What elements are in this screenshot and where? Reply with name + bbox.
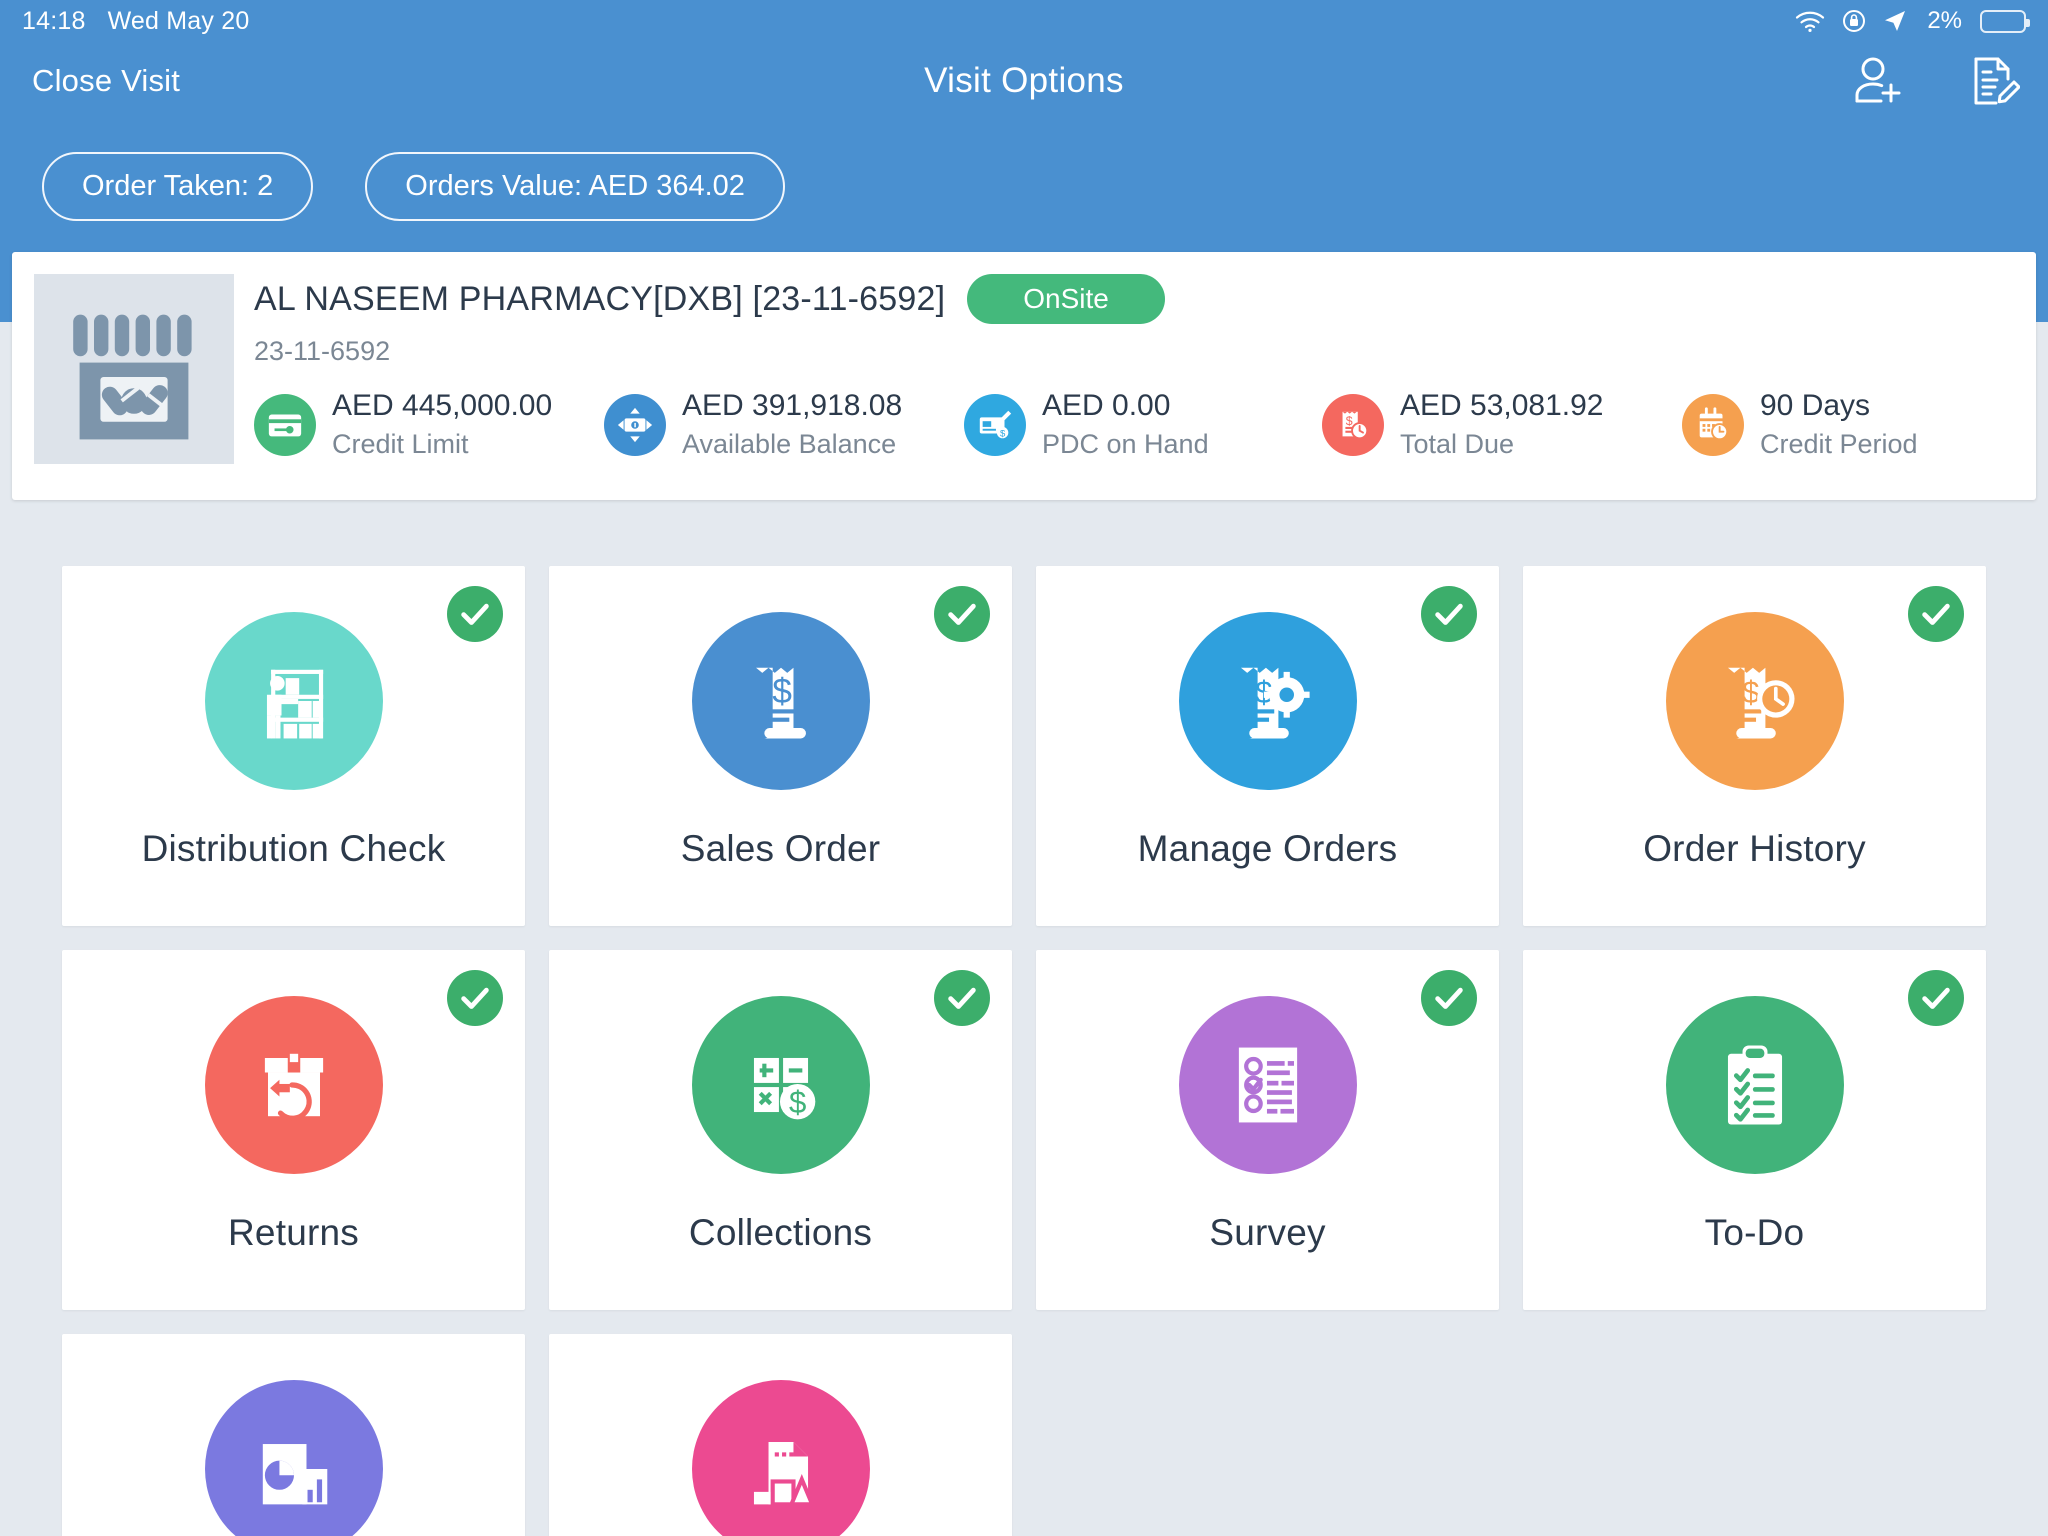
location-arrow-icon xyxy=(1883,9,1907,33)
receipt-clock-icon: $ xyxy=(1665,612,1844,790)
tile-check-icon xyxy=(1421,970,1477,1026)
tile-manage-orders[interactable]: $ Manage Orders xyxy=(1036,566,1499,926)
status-badge: OnSite xyxy=(967,274,1165,324)
customer-name: AL NASEEM PHARMACY[DXB] [23-11-6592] xyxy=(254,279,946,318)
orders-value-pill[interactable]: Orders Value: AED 364.02 xyxy=(365,152,785,221)
shelf-stocking-icon xyxy=(204,612,383,790)
pharmacy-store-icon xyxy=(34,274,234,464)
customer-title-row: AL NASEEM PHARMACY[DXB] [23-11-6592] OnS… xyxy=(254,274,2016,324)
metric-credit-period: 90 Days Credit Period xyxy=(1682,389,2012,460)
svg-text:$: $ xyxy=(788,1085,805,1120)
calculator-dollar-icon: $ xyxy=(691,996,870,1174)
receipt-clock-icon: $ xyxy=(1322,393,1384,456)
status-bar-left: 14:18 Wed May 20 xyxy=(22,7,249,36)
receipt-dollar-icon: $ xyxy=(691,612,870,790)
tile-label: Survey xyxy=(1209,1212,1326,1253)
report-chart-icon xyxy=(204,1380,383,1536)
tile-check-icon xyxy=(934,586,990,642)
tile-label: To-Do xyxy=(1704,1212,1805,1253)
svg-text:$: $ xyxy=(1742,675,1759,710)
customer-code: 23-11-6592 xyxy=(254,336,391,366)
navigation-actions xyxy=(1850,53,2020,109)
svg-text:$: $ xyxy=(772,672,792,711)
status-time: 14:18 xyxy=(22,6,86,35)
customer-card[interactable]: AL NASEEM PHARMACY[DXB] [23-11-6592] OnS… xyxy=(12,252,2036,500)
metric-label: Credit Period xyxy=(1760,429,1918,459)
add-person-icon[interactable] xyxy=(1850,53,1906,109)
tile-check-icon xyxy=(934,970,990,1026)
page-title: Visit Options xyxy=(924,61,1124,100)
battery-icon xyxy=(1980,9,2030,33)
tile-order-history[interactable]: $ Order History xyxy=(1523,566,1986,926)
metric-value: AED 391,918.08 xyxy=(682,389,903,422)
banknote-arrows-icon xyxy=(604,393,666,456)
tile-distribution-check[interactable]: Distribution Check xyxy=(62,566,525,926)
tile-reports[interactable] xyxy=(62,1334,525,1536)
tile-check-icon xyxy=(1908,586,1964,642)
cheque-pen-icon: $ xyxy=(964,393,1026,456)
tile-check-icon xyxy=(447,586,503,642)
visit-options-screen: 14:18 Wed May 20 2% Close Visit Visit Op… xyxy=(0,0,2048,1536)
metric-value: 90 Days xyxy=(1760,389,1871,422)
tile-label: Manage Orders xyxy=(1137,828,1398,869)
metric-available-balance: AED 391,918.08 Available Balance xyxy=(604,389,964,460)
metric-value: AED 445,000.00 xyxy=(332,389,553,422)
status-bar: 14:18 Wed May 20 2% xyxy=(0,0,2048,42)
tile-check-icon xyxy=(1421,586,1477,642)
tile-label: Returns xyxy=(228,1212,359,1253)
visit-options-grid: Distribution Check $ Sales Order $ Manag… xyxy=(0,520,2048,1536)
tile-returns[interactable]: Returns xyxy=(62,950,525,1310)
edit-document-icon[interactable] xyxy=(1964,53,2020,109)
tile-outlet[interactable] xyxy=(549,1334,1012,1536)
summary-pills: Order Taken: 2 Orders Value: AED 364.02 xyxy=(42,152,785,221)
tile-label: Sales Order xyxy=(680,828,881,869)
customer-metrics: AED 445,000.00 Credit Limit AED 391,918.… xyxy=(254,389,2016,460)
outlet-document-icon xyxy=(691,1380,870,1536)
metric-label: Available Balance xyxy=(682,429,897,459)
box-return-icon xyxy=(204,996,383,1174)
tile-check-icon xyxy=(1908,970,1964,1026)
svg-text:$: $ xyxy=(1000,428,1006,439)
credit-card-key-icon xyxy=(254,393,316,456)
tile-label: Order History xyxy=(1643,828,1866,869)
customer-details: AL NASEEM PHARMACY[DXB] [23-11-6592] OnS… xyxy=(234,274,2016,484)
survey-form-icon xyxy=(1178,996,1357,1174)
tile-label: Distribution Check xyxy=(141,828,446,869)
battery-percent: 2% xyxy=(1927,7,1962,34)
order-taken-pill[interactable]: Order Taken: 2 xyxy=(42,152,314,221)
metric-label: Total Due xyxy=(1400,429,1515,459)
clipboard-check-icon xyxy=(1665,996,1844,1174)
metric-label: Credit Limit xyxy=(332,429,469,459)
close-visit-button[interactable]: Close Visit xyxy=(28,57,184,105)
rotation-lock-icon xyxy=(1841,8,1867,34)
tile-label: Collections xyxy=(688,1212,873,1253)
metric-value: AED 53,081.92 xyxy=(1400,389,1604,422)
metric-value: AED 0.00 xyxy=(1042,389,1171,422)
receipt-gear-icon: $ xyxy=(1178,612,1357,790)
metric-pdc-on-hand: $ AED 0.00 PDC on Hand xyxy=(964,389,1322,460)
tile-to-do[interactable]: To-Do xyxy=(1523,950,1986,1310)
metric-total-due: $ AED 53,081.92 Total Due xyxy=(1322,389,1682,460)
metric-credit-limit: AED 445,000.00 Credit Limit xyxy=(254,389,604,460)
metric-label: PDC on Hand xyxy=(1042,429,1209,459)
navigation-bar: Close Visit Visit Options xyxy=(0,42,2048,120)
status-date: Wed May 20 xyxy=(107,6,250,35)
tile-check-icon xyxy=(447,970,503,1026)
status-bar-right: 2% xyxy=(1795,7,2030,35)
calendar-clock-icon xyxy=(1682,393,1744,456)
wifi-icon xyxy=(1795,9,1825,33)
tile-collections[interactable]: $ Collections xyxy=(549,950,1012,1310)
tile-sales-order[interactable]: $ Sales Order xyxy=(549,566,1012,926)
svg-text:$: $ xyxy=(1346,414,1353,428)
tile-survey[interactable]: Survey xyxy=(1036,950,1499,1310)
